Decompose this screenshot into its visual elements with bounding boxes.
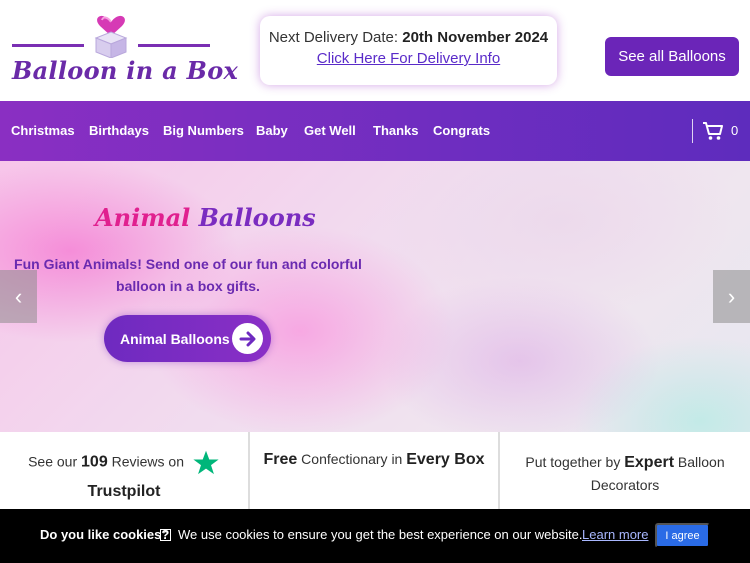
- cookie-learn-more-link[interactable]: Learn more: [582, 527, 648, 542]
- cart-count: 0: [731, 123, 739, 138]
- features-bar: See our 109 Reviews on Trustpilot Free C…: [0, 432, 750, 509]
- free-strong: Free: [263, 451, 298, 468]
- logo-rule-right: [138, 44, 210, 47]
- delivery-date: 20th November 2024: [402, 29, 549, 46]
- hero-title-part1: Animal: [95, 203, 191, 232]
- hero-title-part2: Balloons: [198, 203, 316, 232]
- nav-divider: [692, 119, 693, 143]
- nav-item-christmas[interactable]: Christmas: [11, 123, 75, 138]
- see-all-balloons-button[interactable]: See all Balloons: [605, 37, 739, 76]
- feature-reviews: See our 109 Reviews on Trustpilot: [0, 432, 248, 509]
- nav-item-thanks[interactable]: Thanks: [373, 123, 419, 138]
- site-logo[interactable]: Balloon in a Box: [10, 8, 238, 88]
- cookie-banner: Do you like cookies? ? We use cookies to…: [0, 509, 750, 563]
- slider-next-button[interactable]: ›: [713, 270, 750, 323]
- site-header: Balloon in a Box Next Delivery Date: 20t…: [0, 0, 750, 101]
- reviews-count: 109: [81, 453, 108, 471]
- free-end: Every Box: [406, 451, 485, 468]
- slider-prev-button[interactable]: ‹: [0, 270, 37, 323]
- cookie-message: We use cookies to ensure you get the bes…: [178, 527, 583, 542]
- delivery-info-box: Next Delivery Date: 20th November 2024 C…: [260, 16, 557, 85]
- feature-confectionary: Free Confectionary in Every Box: [250, 432, 498, 509]
- delivery-label: Next Delivery Date:: [268, 29, 399, 46]
- logo-rule-left: [12, 44, 84, 47]
- hero-banner: Animal Balloons Fun Giant Animals! Send …: [0, 161, 750, 432]
- reviews-suffix: Reviews on: [111, 453, 184, 470]
- reviews-prefix: See our: [28, 453, 78, 470]
- reviews-line: See our 109 Reviews on: [0, 449, 248, 477]
- nav-item-get-well[interactable]: Get Well: [304, 123, 356, 138]
- animal-balloons-button-label: Animal Balloons: [120, 330, 230, 347]
- delivery-date-line: Next Delivery Date: 20th November 2024: [260, 29, 557, 46]
- feature-expert: Put together by Expert Balloon Decorator…: [500, 432, 750, 509]
- delivery-info-link[interactable]: Click Here For Delivery Info: [317, 50, 500, 67]
- animal-balloons-button[interactable]: Animal Balloons: [104, 315, 271, 362]
- main-nav: Christmas Birthdays Big Numbers Baby Get…: [0, 101, 750, 161]
- arrow-right-icon: [232, 323, 263, 354]
- expert-strong: Expert: [624, 454, 675, 471]
- gift-box-heart-icon: [94, 15, 128, 58]
- logo-wordmark: Balloon in a Box: [12, 56, 239, 85]
- cookie-question: Do you like cookies?: [40, 527, 170, 542]
- nav-item-big-numbers[interactable]: Big Numbers: [163, 123, 244, 138]
- cookie-agree-button[interactable]: I agree: [655, 523, 710, 548]
- shopping-cart-icon[interactable]: [702, 121, 724, 141]
- expert-prefix: Put together by: [525, 454, 621, 470]
- trustpilot-star-icon: [193, 450, 219, 475]
- free-mid: Confectionary in: [301, 451, 403, 467]
- hero-description: Fun Giant Animals! Send one of our fun a…: [14, 256, 362, 294]
- nav-item-baby[interactable]: Baby: [256, 123, 288, 138]
- hero-title: Animal Balloons: [95, 203, 316, 232]
- nav-item-birthdays[interactable]: Birthdays: [89, 123, 149, 138]
- cookie-help-icon[interactable]: ?: [160, 529, 171, 541]
- trustpilot-link[interactable]: Trustpilot: [88, 483, 161, 500]
- nav-item-congrats[interactable]: Congrats: [433, 123, 490, 138]
